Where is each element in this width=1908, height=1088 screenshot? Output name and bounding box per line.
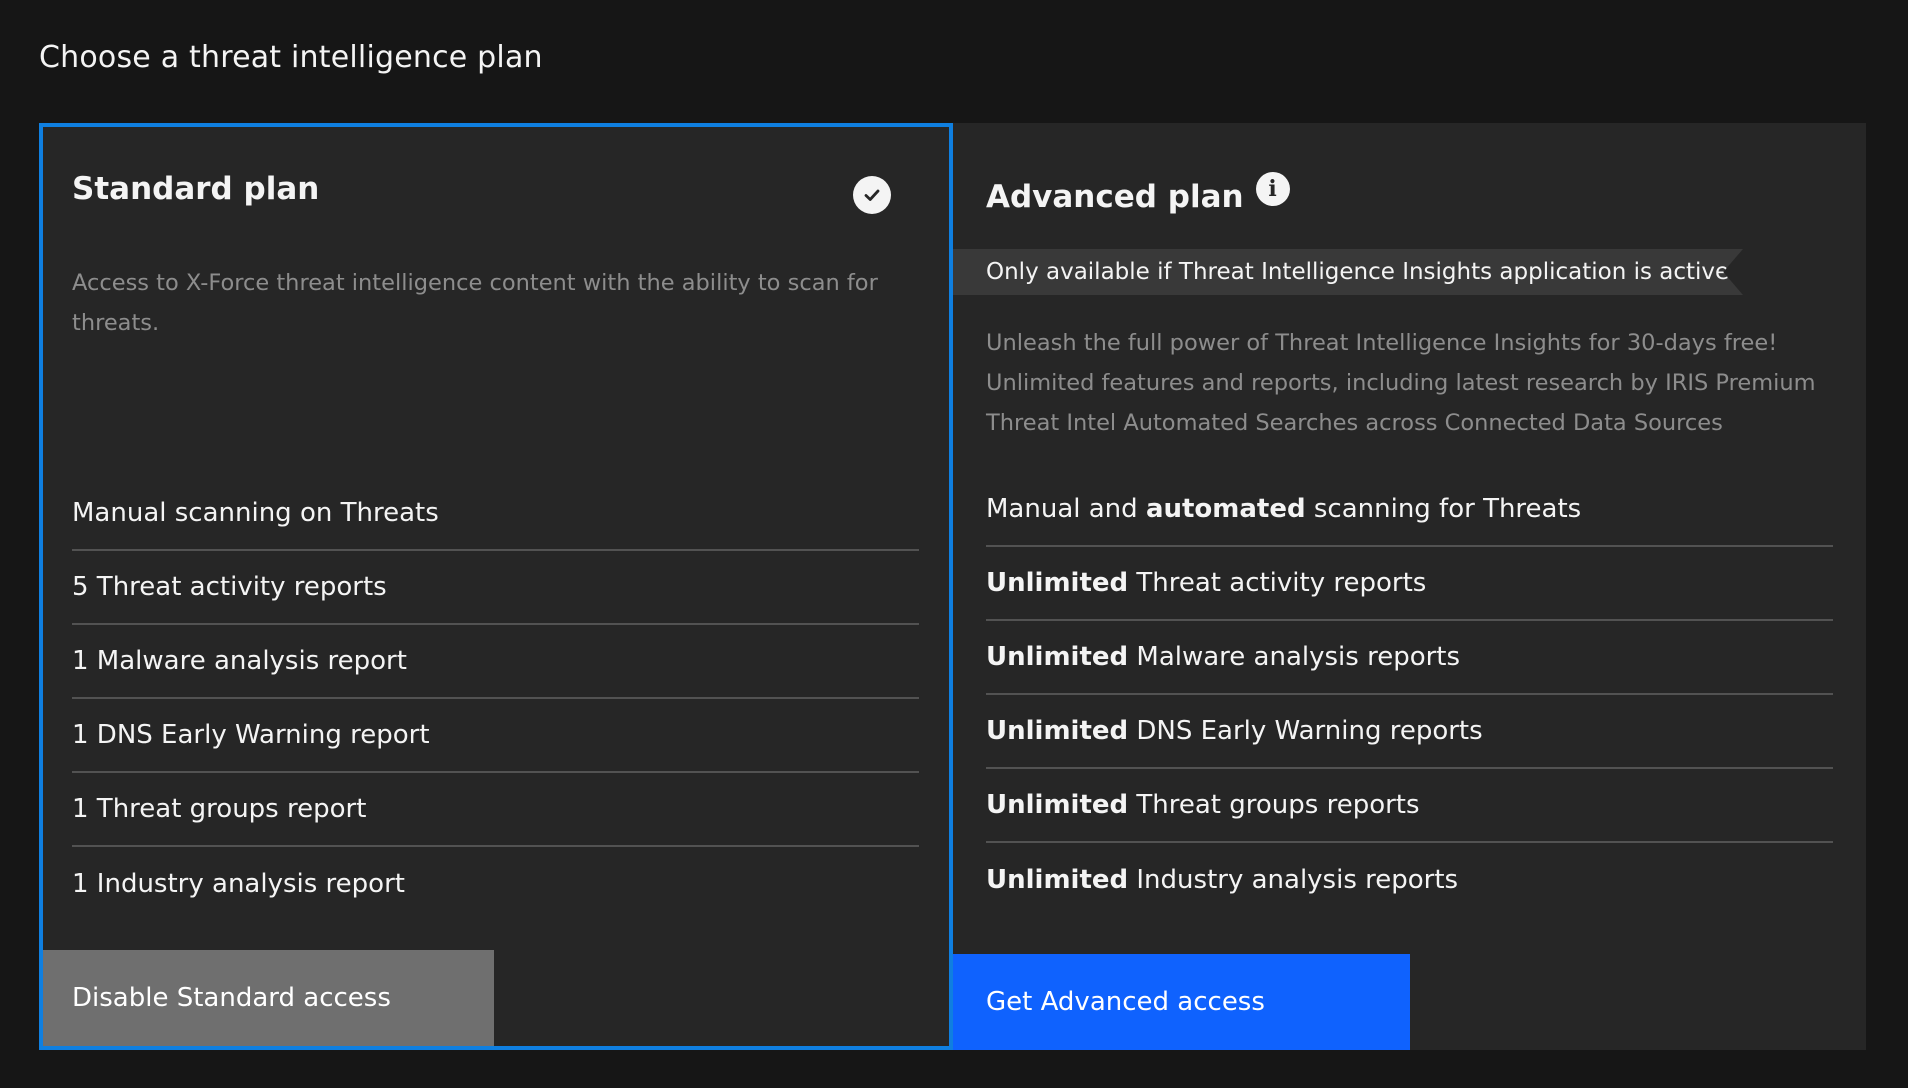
- feature-item: 1 Threat groups report: [72, 773, 919, 847]
- standard-feature-list: Manual scanning on Threats 5 Threat acti…: [72, 477, 919, 921]
- feature-item: Unlimited Malware analysis reports: [986, 621, 1833, 695]
- advanced-plan-card[interactable]: Advanced plan i Only available if Threat…: [953, 123, 1866, 1050]
- feature-item: 5 Threat activity reports: [72, 551, 919, 625]
- feature-item: 1 Industry analysis report: [72, 847, 919, 921]
- get-advanced-access-button[interactable]: Get Advanced access: [953, 954, 1410, 1050]
- advanced-plan-title-row: Advanced plan i: [986, 172, 1290, 215]
- feature-text: Unlimited Threat groups reports: [986, 790, 1420, 820]
- description-line: Unlimited features and reports, includin…: [986, 370, 1816, 396]
- feature-item: Unlimited Industry analysis reports: [986, 843, 1833, 917]
- feature-text: 5 Threat activity reports: [72, 572, 387, 602]
- standard-plan-card[interactable]: Standard plan Access to X-Force threat i…: [39, 123, 953, 1050]
- checkmark-filled-icon: [853, 176, 891, 214]
- feature-item: Unlimited DNS Early Warning reports: [986, 695, 1833, 769]
- page-title: Choose a threat intelligence plan: [39, 40, 543, 75]
- feature-text: Unlimited DNS Early Warning reports: [986, 716, 1483, 746]
- feature-text: Unlimited Industry analysis reports: [986, 865, 1459, 895]
- feature-text: 1 Threat groups report: [72, 794, 367, 824]
- feature-item: Unlimited Threat groups reports: [986, 769, 1833, 843]
- advanced-plan-title: Advanced plan: [986, 179, 1244, 215]
- feature-text: 1 Malware analysis report: [72, 646, 407, 676]
- advanced-plan-description: Unleash the full power of Threat Intelli…: [986, 323, 1846, 443]
- feature-text: Unlimited Malware analysis reports: [986, 642, 1461, 672]
- description-line: Threat Intel Automated Searches across C…: [986, 410, 1723, 436]
- feature-item: Manual and automated scanning for Threat…: [986, 473, 1833, 547]
- plan-cards: Standard plan Access to X-Force threat i…: [39, 123, 1866, 1050]
- standard-plan-description: Access to X-Force threat intelligence co…: [72, 270, 878, 336]
- advanced-feature-list: Manual and automated scanning for Threat…: [986, 473, 1833, 917]
- feature-item: 1 Malware analysis report: [72, 625, 919, 699]
- feature-text: 1 DNS Early Warning report: [72, 720, 430, 750]
- feature-item: Unlimited Threat activity reports: [986, 547, 1833, 621]
- description-line: Unleash the full power of Threat Intelli…: [986, 330, 1778, 356]
- information-icon[interactable]: i: [1255, 172, 1290, 206]
- feature-text: Unlimited Threat activity reports: [986, 568, 1427, 598]
- feature-text: Manual and automated scanning for Threat…: [986, 494, 1582, 524]
- disable-standard-access-button[interactable]: Disable Standard access: [43, 950, 494, 1046]
- standard-plan-title: Standard plan: [72, 171, 320, 207]
- feature-item: 1 DNS Early Warning report: [72, 699, 919, 773]
- feature-text: 1 Industry analysis report: [72, 869, 405, 899]
- feature-text: Manual scanning on Threats: [72, 498, 439, 528]
- feature-item: Manual scanning on Threats: [72, 477, 919, 551]
- availability-notice: Only available if Threat Intelligence In…: [953, 249, 1743, 295]
